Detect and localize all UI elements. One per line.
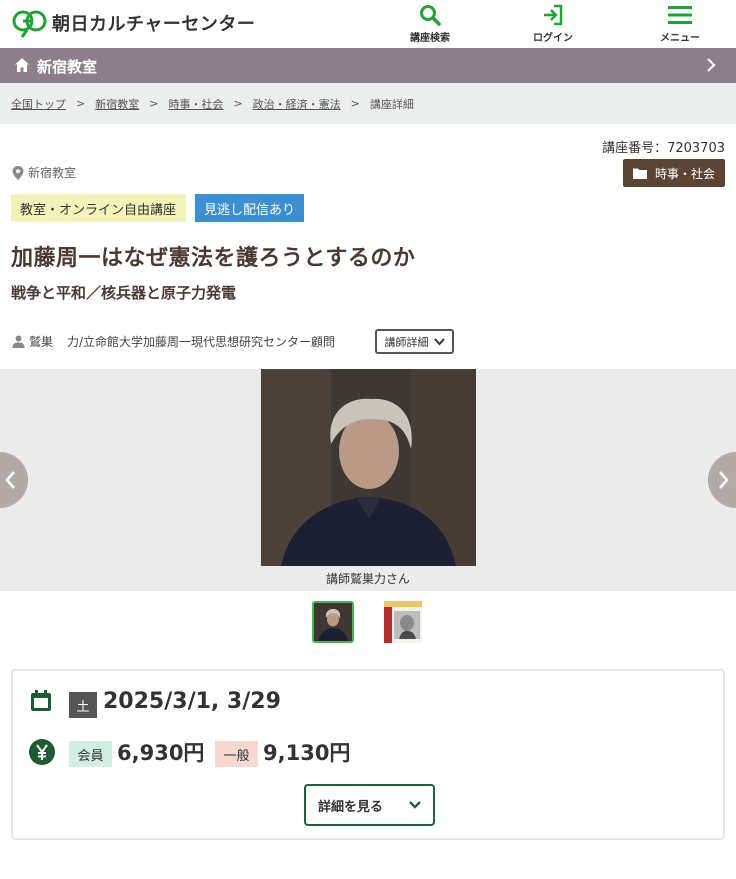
book-cover-image — [384, 601, 422, 643]
menu-button[interactable]: メニュー — [635, 3, 725, 44]
tag-missed-stream: 見逃し配信あり — [195, 194, 304, 222]
lecturer-name: 鷲巣 — [29, 335, 54, 349]
yen-icon — [29, 739, 55, 765]
logo-mark-icon — [12, 10, 47, 38]
thumbnail-image — [314, 603, 352, 641]
view-details-button[interactable]: 詳細を見る — [304, 784, 435, 826]
chevron-left-icon — [5, 471, 15, 489]
search-icon — [420, 5, 441, 26]
view-details-label: 詳細を見る — [317, 799, 383, 815]
login-icon — [544, 4, 563, 26]
category-button[interactable]: 時事・社会 — [623, 159, 725, 187]
home-icon — [15, 58, 29, 72]
map-pin-icon — [12, 165, 24, 180]
gallery-prev-button[interactable] — [0, 452, 28, 508]
lecturer-detail-label: 講師詳細 — [384, 335, 429, 349]
member-price: 6,930円 — [117, 741, 205, 765]
lecturer-detail-button[interactable]: 講師詳細 — [375, 329, 454, 354]
calendar-icon — [31, 690, 51, 711]
course-subtitle: 戦争と平和／核兵器と原子力発電 — [11, 284, 237, 302]
lecturer-portrait-image — [261, 369, 476, 566]
day-of-week-badge: 土 — [69, 692, 97, 718]
course-dates: 2025/3/1, 3/29 — [103, 689, 281, 714]
menu-label: メニュー — [660, 33, 700, 44]
breadcrumb-separator: > — [76, 97, 86, 110]
breadcrumb-link-top[interactable]: 全国トップ — [11, 96, 66, 112]
tag-free-course: 教室・オンライン自由講座 — [11, 194, 186, 222]
breadcrumb-current: 講座詳細 — [369, 97, 414, 111]
chevron-right-icon — [707, 58, 716, 72]
breadcrumb: 全国トップ > 新宿教室 > 時事・社会 > 政治・経済・憲法 > 講座詳細 — [0, 83, 736, 124]
lecturer-info: 鷲巣 力/立命館大学加藤周一現代思想研究センター顧問 — [12, 333, 335, 350]
site-logo[interactable]: 朝日カルチャーセンター — [12, 8, 255, 38]
lecturer-affiliation: 力/立命館大学加藤周一現代思想研究センター顧問 — [67, 335, 336, 349]
breadcrumb-link-category[interactable]: 時事・社会 — [168, 96, 223, 112]
general-price-label: 一般 — [215, 741, 258, 767]
breadcrumb-separator: > — [350, 97, 360, 110]
folder-icon — [632, 168, 647, 179]
course-location: 新宿教室 — [12, 164, 76, 181]
login-button[interactable]: ログイン — [508, 3, 598, 44]
classroom-bar[interactable]: 新宿教室 — [0, 48, 736, 83]
category-label: 時事・社会 — [654, 166, 715, 181]
course-number: 講座番号：7203703 — [602, 141, 725, 156]
thumbnail-lecturer-photo[interactable] — [312, 601, 354, 643]
breadcrumb-separator: > — [149, 97, 159, 110]
logo-text: 朝日カルチャーセンター — [52, 14, 256, 35]
breadcrumb-separator: > — [233, 97, 243, 110]
member-price-label: 会員 — [69, 741, 112, 767]
photo-caption: 講師鷲巣力さん — [325, 572, 410, 586]
login-label: ログイン — [533, 33, 573, 44]
person-icon — [12, 335, 25, 348]
course-search-label: 講座検索 — [410, 33, 450, 44]
chevron-right-icon — [719, 471, 729, 489]
photo-gallery: 講師鷲巣力さん — [0, 369, 736, 591]
breadcrumb-link-classroom[interactable]: 新宿教室 — [95, 96, 139, 112]
classroom-name: 新宿教室 — [37, 58, 98, 76]
hamburger-menu-icon — [668, 6, 692, 24]
course-location-label: 新宿教室 — [28, 166, 77, 180]
site-header: 朝日カルチャーセンター 講座検索 ログイン メニュー — [0, 0, 736, 48]
course-search-button[interactable]: 講座検索 — [385, 3, 475, 44]
course-title: 加藤周一はなぜ憲法を護ろうとするのか — [11, 246, 416, 271]
gallery-thumbnails — [0, 601, 736, 645]
lecturer-photo — [261, 369, 476, 566]
breadcrumb-link-subcategory[interactable]: 政治・経済・憲法 — [253, 96, 341, 112]
schedule-price-box: 土 2025/3/1, 3/29 会員 6,930円 一般 9,130円 詳細を… — [11, 669, 725, 840]
thumbnail-book-cover[interactable] — [382, 601, 424, 643]
gallery-next-button[interactable] — [708, 452, 736, 508]
chevron-down-icon — [409, 801, 421, 809]
general-price: 9,130円 — [263, 741, 351, 765]
chevron-down-icon — [433, 337, 445, 345]
